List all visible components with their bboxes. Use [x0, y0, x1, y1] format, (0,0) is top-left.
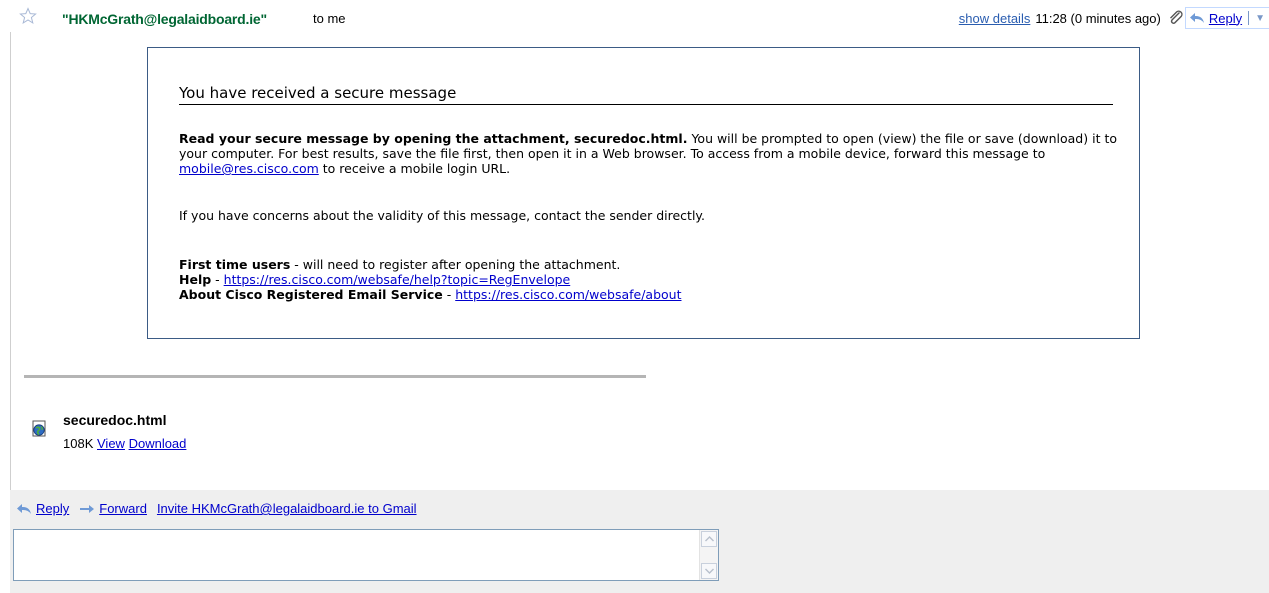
scroll-down-button[interactable]	[701, 563, 717, 579]
reply-scrollbar[interactable]	[699, 530, 718, 580]
reply-arrow-icon	[1189, 13, 1204, 23]
footer-actions: Reply Forward Invite HKMcGrath@legalaidb…	[16, 501, 427, 516]
more-options-icon[interactable]: ▼	[1255, 13, 1265, 24]
chevron-up-icon	[705, 536, 714, 542]
scroll-up-button[interactable]	[701, 531, 717, 547]
instructions-bold: Read your secure message by opening the …	[179, 131, 688, 146]
help-separator: -	[211, 272, 224, 287]
help-block: First time users - will need to register…	[179, 257, 1124, 302]
show-details-link[interactable]: show details	[959, 11, 1031, 26]
attachment-divider	[24, 375, 646, 378]
reply-button[interactable]: Reply ▼	[1184, 7, 1269, 29]
reply-footer: Reply Forward Invite HKMcGrath@legalaidb…	[10, 490, 1269, 593]
quick-reply-box	[13, 529, 719, 581]
message-header: "HKMcGrath@legalaidboard.ie" to me show …	[0, 0, 1269, 32]
validity-paragraph: If you have concerns about the validity …	[179, 208, 706, 223]
chevron-down-icon	[705, 568, 714, 574]
first-time-text: - will need to register after opening th…	[290, 257, 621, 272]
footer-forward-link[interactable]: Forward	[99, 501, 147, 516]
mobile-email-link[interactable]: mobile@res.cisco.com	[179, 161, 319, 176]
about-separator: -	[442, 287, 456, 302]
footer-invite[interactable]: Invite HKMcGrath@legalaidboard.ie to Gma…	[157, 501, 417, 516]
help-link[interactable]: https://res.cisco.com/websafe/help?topic…	[224, 272, 571, 287]
attachment-size: 108K	[63, 436, 94, 451]
first-time-label: First time users	[179, 257, 291, 272]
sender-name[interactable]: "HKMcGrath@legalaidboard.ie"	[62, 11, 267, 27]
message-left-border	[10, 32, 11, 492]
footer-reply[interactable]: Reply	[16, 501, 69, 516]
footer-reply-link[interactable]: Reply	[36, 501, 69, 516]
secure-message-card: You have received a secure message Read …	[147, 47, 1140, 339]
help-label: Help	[179, 272, 212, 287]
attachment-meta: 108K View Download	[63, 436, 186, 451]
message-time: 11:28 (0 minutes ago)	[1035, 10, 1161, 26]
reply-label[interactable]: Reply	[1209, 11, 1242, 26]
footer-forward[interactable]: Forward	[79, 501, 147, 516]
forward-arrow-icon	[80, 504, 95, 513]
instructions-end: to receive a mobile login URL.	[318, 161, 511, 176]
about-label: About Cisco Registered Email Service	[179, 287, 443, 302]
attachment-download-link[interactable]: Download	[129, 436, 187, 451]
attachment-view-link[interactable]: View	[97, 436, 125, 451]
attachment-filename: securedoc.html	[63, 412, 167, 428]
quick-reply-input[interactable]	[14, 530, 700, 580]
secure-message-title: You have received a secure message	[179, 84, 1113, 105]
html-file-icon	[32, 420, 46, 437]
invite-link[interactable]: Invite HKMcGrath@legalaidboard.ie to Gma…	[157, 501, 417, 516]
header-actions: show details 11:28 (0 minutes ago) Reply…	[959, 7, 1269, 29]
about-link[interactable]: https://res.cisco.com/websafe/about	[455, 287, 681, 302]
paperclip-icon	[1169, 10, 1183, 24]
instructions-paragraph: Read your secure message by opening the …	[179, 131, 1124, 176]
reply-separator	[1248, 11, 1250, 25]
recipient-label: to me	[313, 11, 346, 26]
star-icon[interactable]	[19, 7, 37, 25]
reply-arrow-icon	[17, 503, 31, 514]
